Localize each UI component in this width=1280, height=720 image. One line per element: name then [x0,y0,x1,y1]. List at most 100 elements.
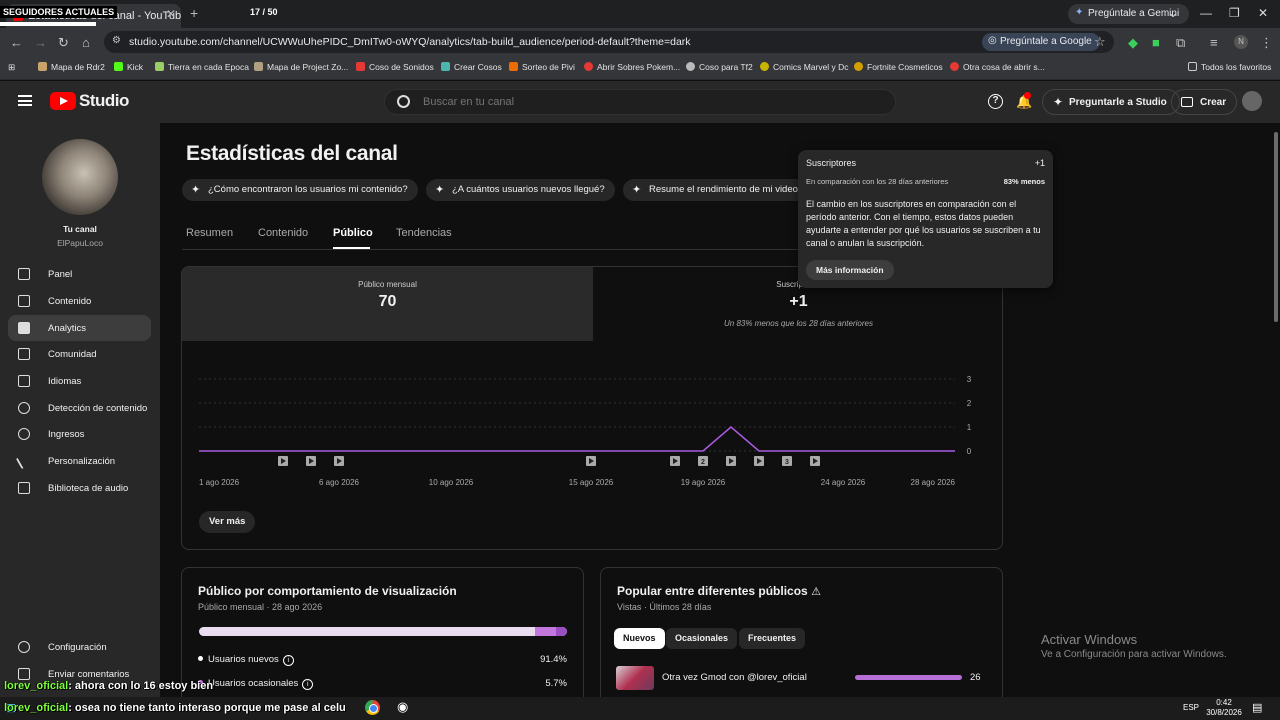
page-scrollbar[interactable] [1274,132,1278,322]
ask-studio-button[interactable]: ✦ Preguntarle a Studio [1042,89,1180,115]
chip-new-viewers[interactable]: Nuevos [614,628,665,649]
address-bar[interactable]: ⚙ studio.youtube.com/channel/UCWWuUhePID… [104,31,1114,53]
sidebar-item-customization[interactable]: Personalización [8,448,151,474]
chip-regular-viewers[interactable]: Frecuentes [739,628,806,649]
bookmark-item[interactable]: Mapa de Rdr2 [38,62,105,72]
language-indicator[interactable]: ESP [1183,703,1199,712]
suggestion-chip[interactable]: ✦ ¿Cómo encontraron los usuarios mi conte… [182,179,418,201]
close-window-icon[interactable]: ✕ [1258,6,1268,20]
bookmark-item[interactable]: Coso para Tf2 [686,62,753,72]
channel-avatar[interactable] [42,139,118,215]
search-input[interactable] [423,96,843,108]
sidebar-item-label: Configuración [48,642,107,653]
notification-dot [1024,92,1031,99]
site-info-icon[interactable]: ⚙ [112,35,121,46]
bookmark-item[interactable]: Coso de Sonidos [356,62,434,72]
sidebar-item-settings[interactable]: Configuración [8,634,151,660]
sidebar-item-content-detection[interactable]: Detección de contenido [8,395,151,421]
warning-icon[interactable]: ⚠ [811,586,821,598]
suggestion-chip[interactable]: ✦ Resume el rendimiento de mi video [623,179,808,201]
profile-avatar[interactable]: N [1234,35,1248,49]
sidebar-item-earn[interactable]: Ingresos [8,421,151,447]
video-thumbnail[interactable] [616,666,654,690]
bookmark-item[interactable]: Abrir Sobres Pokem... [584,62,680,72]
reload-icon[interactable]: ↻ [58,35,69,51]
ask-google-button[interactable]: ◎ Pregúntale a Google [982,33,1100,51]
clock[interactable]: 0:42 30/8/2026 [1206,698,1242,718]
metric-value: 70 [378,293,397,310]
forward-icon[interactable]: → [34,35,47,50]
sidebar-item-audio-library[interactable]: Biblioteca de audio [8,475,151,501]
new-tab-icon[interactable]: + [190,5,198,21]
back-icon[interactable]: ← [10,35,23,50]
series-line [199,426,955,452]
sidebar-item-panel[interactable]: Panel [8,261,151,287]
bar-segment-casual [535,627,557,636]
bookmark-label: Coso de Sonidos [369,62,434,72]
info-icon[interactable]: i [302,679,314,690]
extension-icon[interactable]: ◆ [1128,35,1138,51]
sidebar-item-analytics[interactable]: Analytics [8,315,151,341]
sidebar-item-community[interactable]: Comunidad [8,341,151,367]
help-icon[interactable]: ? [988,94,1003,109]
minimize-icon[interactable]: — [1200,6,1212,20]
chip-label: Resume el rendimiento de mi video [649,184,798,195]
tab-tendencias[interactable]: Tendencias [396,227,452,239]
bookmark-item[interactable]: Crear Cosos [441,62,502,72]
see-more-button[interactable]: Ver más [199,511,256,533]
chip-label: ¿Cómo encontraron los usuarios mi conten… [208,184,408,195]
bookmark-star-icon[interactable]: ☆ [1094,34,1106,50]
chrome-taskbar-icon[interactable] [365,700,380,715]
bookmark-item[interactable]: Fortnite Cosmeticos [854,62,943,72]
obs-taskbar-icon[interactable]: ◉ [397,699,408,715]
bookmark-item[interactable]: Mapa de Project Zo... [254,62,348,72]
sidebar-item-label: Contenido [48,296,92,307]
stream-overlay-counter: 17 / 50 [250,7,278,17]
tab-close-icon[interactable]: ✕ [166,7,176,21]
youtube-logo-icon[interactable] [50,92,76,110]
metric-subscribers-value[interactable]: +1 [593,293,1002,311]
apps-grid-icon[interactable]: ⊞ [8,62,15,73]
all-bookmarks-folder[interactable]: Todos los favoritos [1188,62,1271,72]
bookmark-item[interactable]: Comics Marvel y Dc [760,62,849,72]
tab-search-icon[interactable]: ⌄ [1168,6,1178,20]
more-info-button[interactable]: Más información [806,260,894,280]
card-subtitle: Vistas · Últimos 28 días [617,602,712,612]
windows-activation-sub: Ve a Configuración para activar Windows. [1041,649,1227,660]
create-button[interactable]: Crear [1171,89,1238,115]
sidebar-item-content[interactable]: Contenido [8,288,151,314]
info-icon[interactable]: i [282,655,294,666]
chip-casual-viewers[interactable]: Ocasionales [666,628,738,649]
channel-search[interactable] [384,89,896,115]
bookmark-item[interactable]: Otra cosa de abrir s... [950,62,1045,72]
menu-icon[interactable] [18,95,32,106]
tab-contenido[interactable]: Contenido [258,227,308,239]
audio-library-icon [18,482,30,494]
suggestion-chip[interactable]: ✦ ¿A cuántos usuarios nuevos llegué? [426,179,615,201]
metric-monthly-audience[interactable]: Público mensual 70 [182,267,593,341]
feedback-icon [18,668,30,680]
create-label: Crear [1200,97,1227,108]
extensions-puzzle-icon[interactable]: ⧉ [1176,35,1185,51]
tab-resumen[interactable]: Resumen [186,227,233,239]
bookmark-item[interactable]: Sorteo de Pivi [509,62,575,72]
sidebar-item-languages[interactable]: Idiomas [8,368,151,394]
bookmark-item[interactable]: Tierra en cada Epoca [155,62,249,72]
maximize-icon[interactable]: ❐ [1229,6,1240,20]
url-text: studio.youtube.com/channel/UCWWuUhePIDC_… [129,36,691,48]
media-controls-icon[interactable]: ≡ [1210,35,1218,50]
tab-publico[interactable]: Público [333,227,373,239]
bookmark-label: Crear Cosos [454,62,502,72]
sidebar-item-label: Detección de contenido [48,403,148,414]
account-avatar[interactable] [1242,91,1262,111]
extension-2-icon[interactable]: ■ [1152,35,1160,50]
subscribers-tooltip: Suscriptores +1 En comparación con los 2… [798,150,1053,288]
home-icon[interactable]: ⌂ [82,35,90,50]
viewer-behavior-bar [199,627,567,636]
bookmark-item[interactable]: Kick [114,62,143,72]
browser-menu-icon[interactable]: ⋮ [1260,35,1273,51]
notifications-icon[interactable]: ▤ [1252,701,1262,714]
video-title[interactable]: Otra vez Gmod con @lorev_oficial [662,672,807,683]
chat-message: lorev_oficial: osea no tiene tanto inter… [4,702,346,714]
gear-icon [18,641,30,653]
